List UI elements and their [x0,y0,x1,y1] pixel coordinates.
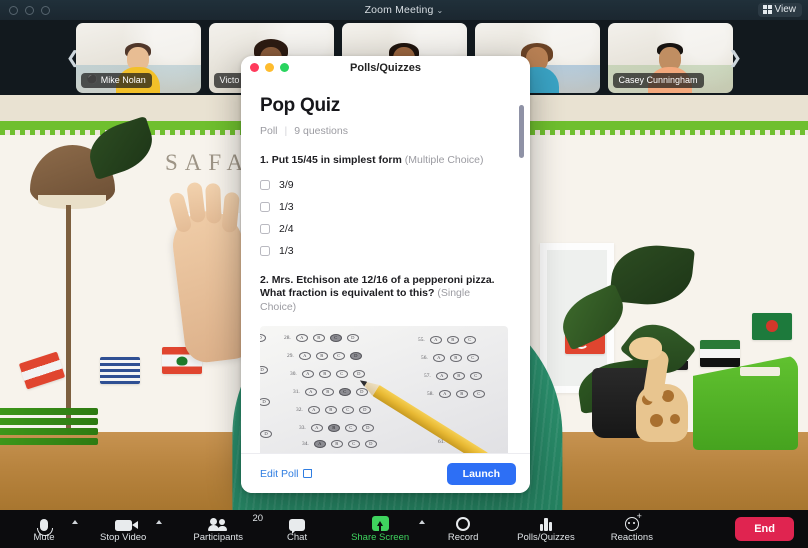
share-screen-button[interactable]: Share Screen [347,515,426,543]
chat-label: Chat [287,532,308,543]
dialog-scroll-area[interactable]: Pop Quiz Poll | 9 questions 1. Put 15/45… [241,79,530,453]
meta-separator: | [284,125,288,137]
option-label: 1/3 [279,244,294,257]
chat-button[interactable]: Chat [275,515,319,543]
participant-name: Mike Nolan [100,74,146,85]
file-organizer-label [740,367,780,376]
toolbar-right-group: End [735,517,808,541]
file-organizer-slots [0,408,98,448]
question-1: 1. Put 15/45 in simplest form (Multiple … [260,154,508,168]
flag-bangladesh [752,313,792,340]
polls-quizzes-button[interactable]: Polls/Quizzes [513,515,579,543]
stop-video-button[interactable]: Stop Video [96,515,163,543]
share-screen-label: Share Screen [351,532,410,543]
option-label: 3/9 [279,178,294,191]
grid-icon [762,5,772,14]
question-2-number: 2. [260,273,269,286]
participants-label: Participants [193,532,244,543]
quiz-type-label: Poll [260,125,278,137]
bar-chart-icon [539,515,553,531]
pendant-lamp-glow [38,195,106,209]
polls-quizzes-label: Polls/Quizzes [517,532,575,543]
option-row[interactable]: 1/3 [260,201,508,213]
flag-kuwait [700,340,740,367]
share-screen-icon [371,515,389,531]
window-title-bar: Zoom Meeting ⌄ View [0,0,808,20]
launch-button[interactable]: Launch [446,462,516,485]
share-options-chevron-icon[interactable] [419,520,426,524]
participant-thumbnail[interactable]: ⚫ Mike Nolan [75,22,201,93]
edit-poll-label: Edit Poll [260,467,299,480]
option-row[interactable]: 1/3 [260,245,508,257]
microphone-icon [37,515,53,536]
giraffe-plush-head [629,337,662,360]
audio-options-chevron-icon[interactable] [72,520,78,524]
giraffe-spot [670,414,680,424]
people-icon: 20 [208,513,263,531]
chevron-down-icon[interactable]: ⌄ [437,6,444,15]
camera-icon [114,515,138,531]
checkbox-icon[interactable] [260,179,270,190]
giraffe-spot [662,390,674,402]
external-link-icon [302,469,312,478]
option-row[interactable]: 3/9 [260,179,508,191]
end-meeting-button[interactable]: End [735,517,794,541]
meeting-title[interactable]: Zoom Meeting ⌄ [0,4,808,16]
option-label: 2/4 [279,222,294,235]
giraffe-spot [650,414,663,427]
mic-muted-icon: ⚫ [86,74,98,84]
flag-greece [100,357,140,384]
scantron-answer-sheet-image: 28. A B C D 29. A B C D 30. A B C D 31. A B C D 32. A B C D … [260,325,508,453]
option-row[interactable]: 2/4 [260,223,508,235]
record-circle-icon [456,515,471,531]
question-1-number: 1. [260,154,269,166]
toolbar-center-group: 20 Participants Chat Share Screen Record… [189,512,657,543]
question-1-type: (Multiple Choice) [404,154,484,166]
checkbox-icon[interactable] [260,201,270,212]
option-label: 1/3 [279,200,294,213]
checkbox-icon[interactable] [260,223,270,234]
record-label: Record [447,532,479,543]
polls-quizzes-dialog[interactable]: Polls/Quizzes Pop Quiz Poll | 9 question… [241,56,530,493]
meeting-toolbar: Mute Stop Video 20 Participants Chat Sha… [0,510,808,548]
meeting-title-text: Zoom Meeting [364,4,434,16]
question-2: 2. Mrs. Etchison ate 12/16 of a pepperon… [260,274,508,315]
participant-name: Victo [219,74,240,85]
finger [205,183,222,224]
checkbox-icon[interactable] [260,245,270,256]
dialog-footer: Edit Poll Launch [241,453,530,493]
vertical-scrollbar[interactable] [519,105,524,158]
quiz-question-count: 9 questions [294,125,348,137]
chevron-right-icon[interactable]: ❯ [718,20,752,95]
edit-poll-link[interactable]: Edit Poll [260,468,312,480]
view-button-label: View [774,4,797,15]
smiley-plus-icon [624,512,642,531]
participants-count: 20 [252,513,264,524]
dialog-title-bar: Polls/Quizzes [241,56,530,79]
video-options-chevron-icon[interactable] [156,520,163,524]
participant-thumbnail[interactable]: Casey Cunningham [607,22,733,93]
quiz-title: Pop Quiz [260,95,340,116]
chat-bubble-icon [289,515,306,534]
view-button[interactable]: View [757,3,802,17]
quiz-meta: Poll | 9 questions [260,125,508,137]
reactions-button[interactable]: Reactions [607,512,657,543]
dialog-title: Polls/Quizzes [350,61,421,74]
participant-name: Casey Cunningham [618,74,698,85]
participants-button[interactable]: 20 Participants [189,513,263,543]
record-button[interactable]: Record [441,515,485,543]
participant-name-badge: Casey Cunningham [612,72,704,88]
finger [221,191,240,233]
reactions-label: Reactions [610,532,653,543]
stop-video-label: Stop Video [100,532,147,543]
mute-button[interactable]: Mute [22,515,78,543]
question-1-text: Put 15/45 in simplest form [271,154,402,166]
participant-name-badge: ⚫ Mike Nolan [80,72,152,88]
toolbar-left-group: Mute Stop Video [0,515,163,543]
